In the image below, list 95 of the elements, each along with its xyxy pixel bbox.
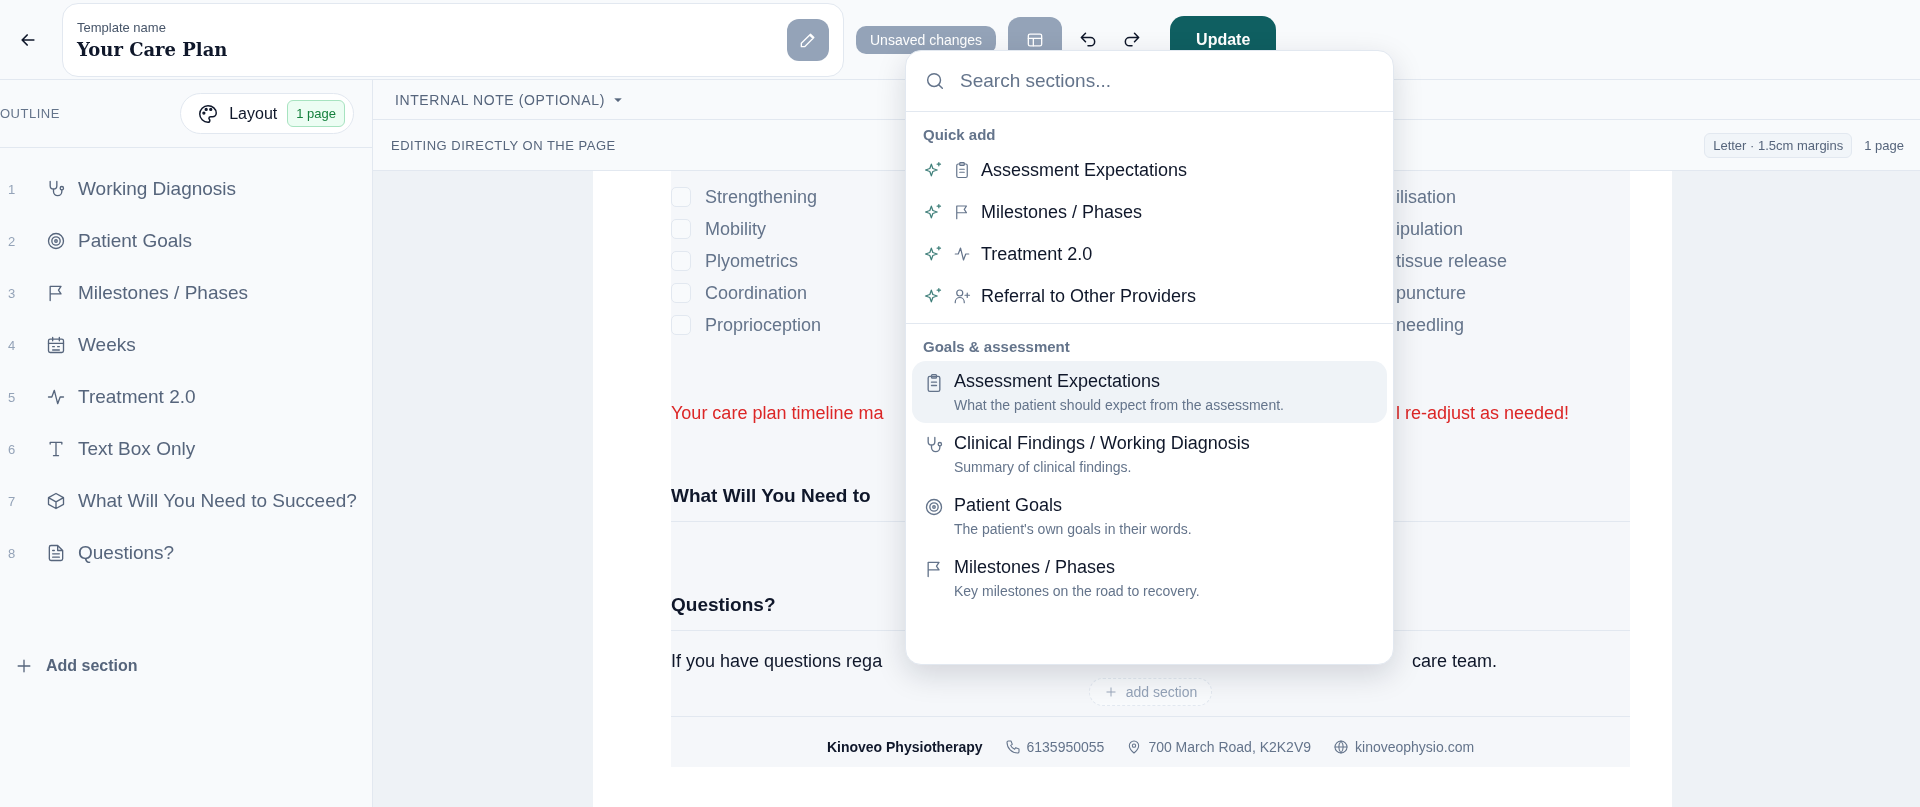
checkbox-label: Coordination [705, 282, 808, 304]
search-field[interactable]: Search sections... [958, 69, 1375, 93]
notice-text: l re-adjust as needed! [1396, 403, 1570, 424]
option-title: Patient Goals [954, 495, 1064, 516]
document-icon [46, 543, 66, 563]
notice-text: Your care plan timeline ma [671, 403, 884, 424]
item-number: 2 [7, 233, 17, 249]
item-label: Weeks [78, 334, 136, 356]
mode-label: EDITING DIRECTLY ON THE PAGE [391, 137, 617, 153]
page-count-badge: 1 page [287, 100, 345, 127]
page-format-chip[interactable]: Letter · 1.5cm margins [1704, 132, 1853, 158]
item-label: Treatment 2.0 [78, 386, 196, 408]
checkbox-label: tissue release [1396, 250, 1508, 272]
outline-item[interactable]: 3 Milestones / Phases [0, 267, 372, 319]
option-description: The patient's own goals in their words. [954, 521, 1192, 537]
checkbox-label: ilisation [1396, 186, 1457, 208]
plus-icon [1103, 685, 1118, 699]
section-option[interactable]: Clinical Findings / Working Diagnosis Summary of clinical findings. [912, 423, 1387, 485]
palette-icon [197, 102, 220, 125]
item-number: 6 [7, 441, 17, 457]
layout-button[interactable]: Layout 1 page [180, 93, 354, 134]
option-description: What the patient should expect from the assessment. [954, 397, 1284, 413]
checkbox-label: ipulation [1396, 218, 1464, 240]
item-label: Assessment Expectations [981, 159, 1188, 181]
edit-button[interactable] [787, 18, 829, 61]
template-name-field[interactable]: Template name Your Care Plan [62, 2, 844, 77]
internal-note-toggle[interactable]: INTERNAL NOTE (OPTIONAL) [395, 91, 625, 108]
option-title: Milestones / Phases [954, 557, 1117, 578]
clinic-name: Kinoveo Physiotherapy [826, 739, 983, 755]
checkbox[interactable] [671, 283, 691, 303]
item-label: Patient Goals [78, 230, 193, 252]
quick-add-item[interactable]: Assessment Expectations [906, 149, 1393, 191]
group-title: Goals & assessment [922, 337, 1071, 357]
item-label: What Will You Need to Succeed? [78, 490, 357, 512]
pulse-icon [953, 245, 971, 263]
quick-add-item[interactable]: Treatment 2.0 [906, 233, 1393, 275]
item-number: 3 [7, 285, 17, 301]
outline-item[interactable]: 5 Treatment 2.0 [0, 371, 372, 423]
quick-add-item[interactable]: Milestones / Phases [906, 191, 1393, 233]
outline-item[interactable]: 6 Text Box Only [0, 423, 372, 475]
body-text: If you have questions rega [671, 651, 883, 672]
status-badge: Unsaved changes [856, 25, 997, 54]
item-label: Milestones / Phases [981, 201, 1143, 223]
checkbox[interactable] [671, 315, 691, 335]
target-icon [924, 497, 944, 517]
outline-item[interactable]: 1 Working Diagnosis [0, 163, 372, 215]
checkbox-label: needling [1396, 314, 1465, 336]
phone-icon [1004, 739, 1021, 755]
outline-item[interactable]: 8 Questions? [0, 527, 372, 579]
checkbox[interactable] [671, 219, 691, 239]
outline-item[interactable]: 7 What Will You Need to Succeed? [0, 475, 372, 527]
item-label: Working Diagnosis [78, 178, 237, 200]
page-count: 1 page [1864, 137, 1904, 153]
checkbox-label: puncture [1396, 282, 1467, 304]
add-section-button[interactable]: Add section [0, 655, 372, 677]
globe-icon [1333, 739, 1350, 755]
checkbox[interactable] [671, 187, 691, 207]
address: 700 March Road, K2K2V9 [1148, 739, 1312, 755]
target-icon [46, 231, 66, 251]
checkbox-label: Proprioception [705, 314, 822, 336]
checkbox-label: Plyometrics [705, 250, 798, 272]
phone-number: 6135950055 [1026, 739, 1105, 755]
calendar-icon [46, 335, 66, 355]
item-label: Text Box Only [78, 438, 196, 460]
layout-label: Layout [229, 104, 278, 123]
option-description: Summary of clinical findings. [954, 459, 1133, 475]
checkbox-label: Mobility [705, 218, 766, 240]
item-label: Milestones / Phases [78, 282, 249, 304]
package-icon [46, 491, 66, 511]
option-title: Clinical Findings / Working Diagnosis [954, 433, 1250, 454]
field-value: Your Care Plan [77, 38, 229, 60]
item-label: Questions? [78, 542, 175, 564]
quick-add-item[interactable]: Referral to Other Providers [906, 275, 1393, 317]
item-number: 1 [7, 181, 17, 197]
item-number: 7 [7, 493, 17, 509]
website: kinoveophysio.com [1355, 739, 1475, 755]
checkbox[interactable] [671, 251, 691, 271]
pulse-icon [46, 387, 66, 407]
group-title: Quick add [922, 125, 997, 145]
outline-title: OUTLINE [0, 106, 60, 121]
item-number: 8 [7, 545, 17, 561]
clipboard-icon [953, 161, 971, 179]
item-number: 5 [7, 389, 17, 405]
outline-item[interactable]: 4 Weeks [0, 319, 372, 371]
item-number: 4 [7, 337, 17, 353]
option-title: Assessment Expectations [954, 371, 1162, 392]
user-plus-icon [953, 287, 971, 305]
checkbox-label: Strengthening [705, 186, 818, 208]
field-label: Template name [77, 19, 167, 35]
section-option[interactable]: Assessment Expectations What the patient should expect from the assessment. [912, 361, 1387, 423]
item-label: Referral to Other Providers [981, 285, 1197, 307]
outline-item[interactable]: 2 Patient Goals [0, 215, 372, 267]
body-text: care team. [1411, 651, 1498, 672]
search-icon [924, 70, 946, 92]
item-label: Treatment 2.0 [981, 243, 1093, 265]
